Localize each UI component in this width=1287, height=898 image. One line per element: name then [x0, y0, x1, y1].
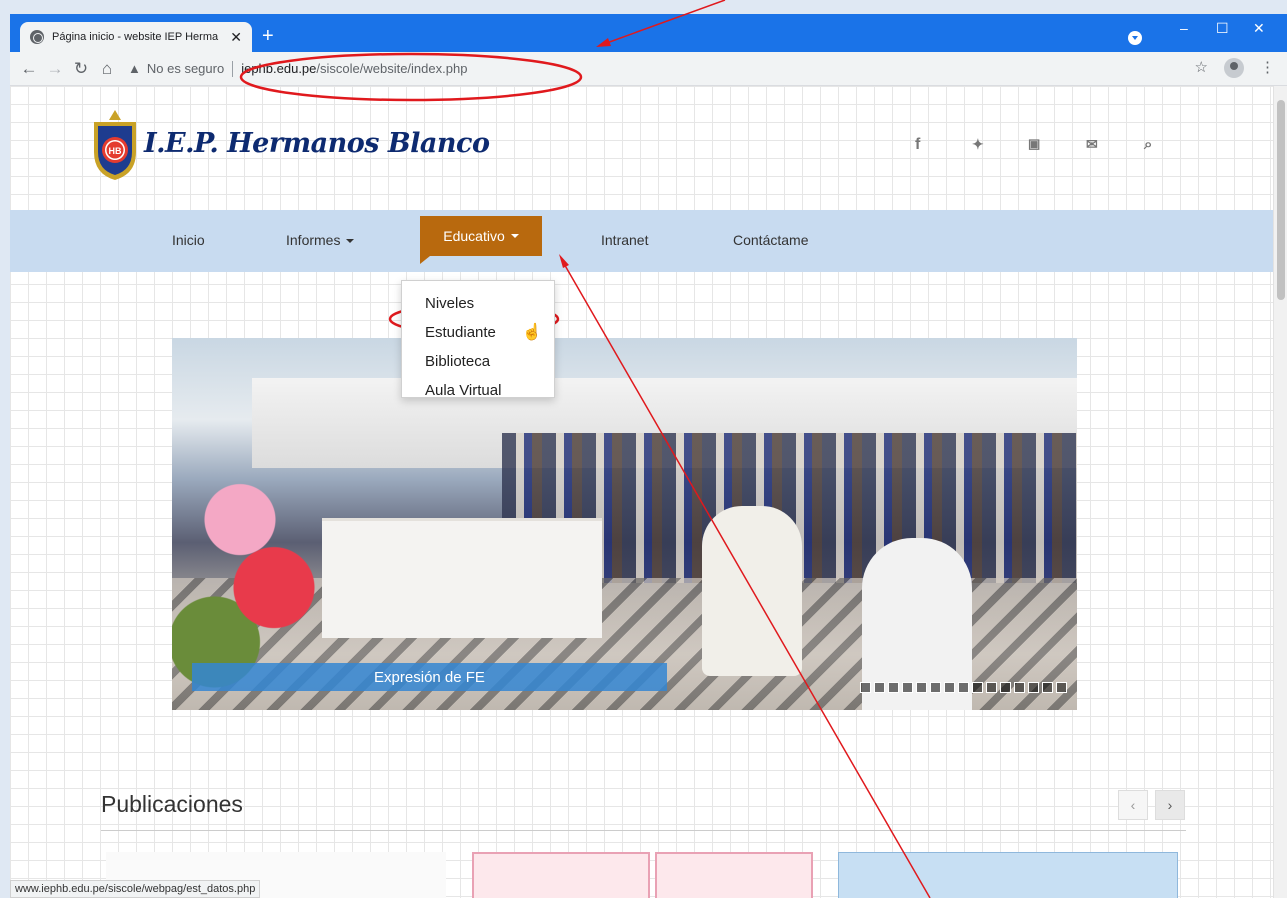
- warning-icon: ▲: [128, 61, 141, 76]
- nav-inicio[interactable]: Inicio: [172, 232, 205, 248]
- divider: [232, 60, 234, 77]
- main-navigation: Inicio Informes Educativo Intranet Contá…: [10, 210, 1273, 272]
- slider-dot[interactable]: [958, 682, 969, 693]
- slide-photo-priest: [702, 506, 802, 676]
- nav-intranet[interactable]: Intranet: [601, 232, 648, 248]
- logo-letters: HB: [109, 146, 122, 156]
- site-brand[interactable]: I.E.P. Hermanos Blanco: [144, 128, 490, 159]
- menu-dots-icon[interactable]: ⋮: [1260, 58, 1275, 78]
- hand-cursor-icon: ☝: [522, 324, 542, 341]
- slide-caption: Expresión de FE: [192, 663, 667, 691]
- prev-arrow-button[interactable]: ‹: [1118, 790, 1148, 820]
- publication-card[interactable]: [838, 852, 1178, 898]
- tab-search-icon[interactable]: [1128, 31, 1142, 45]
- slider-dots: [860, 682, 1067, 693]
- nav-contactame[interactable]: Contáctame: [733, 232, 808, 248]
- facebook-icon[interactable]: f: [915, 136, 920, 154]
- youtube-icon[interactable]: ▣: [1028, 136, 1040, 152]
- url-domain: iephb.edu.pe: [241, 61, 317, 76]
- divider: [101, 830, 1186, 831]
- school-crest-logo[interactable]: HB: [90, 108, 140, 182]
- menu-item-aula-virtual[interactable]: Aula Virtual: [402, 376, 554, 405]
- slider-dot[interactable]: [986, 682, 997, 693]
- nav-educativo[interactable]: Educativo: [420, 216, 542, 264]
- slider-dot[interactable]: [1028, 682, 1039, 693]
- publication-card[interactable]: [655, 852, 813, 898]
- tab-title: Página inicio - website IEP Herma: [52, 31, 219, 43]
- maximize-icon[interactable]: ☐: [1216, 20, 1229, 37]
- slider-dot[interactable]: [944, 682, 955, 693]
- scrollbar-thumb[interactable]: [1277, 100, 1285, 300]
- slider-dot[interactable]: [1014, 682, 1025, 693]
- site-header: HB I.E.P. Hermanos Blanco f ✦ ▣ ✉ ⌕: [10, 86, 1273, 210]
- browser-window: Página inicio - website IEP Herma ✕ + – …: [10, 14, 1287, 898]
- slider-dot[interactable]: [930, 682, 941, 693]
- image-slider[interactable]: Expresión de FE: [172, 338, 1077, 710]
- slider-dot[interactable]: [916, 682, 927, 693]
- toolbar-right: ☆ ⋮: [1195, 58, 1275, 78]
- not-secure-label: No es seguro: [146, 61, 225, 76]
- nav-educativo-label: Educativo: [443, 228, 505, 244]
- menu-item-biblioteca[interactable]: Biblioteca: [402, 347, 554, 376]
- address-bar: ← → ↻ ⌂ ▲ No es seguro iephb.edu.pe/sisc…: [10, 52, 1287, 86]
- slide-photo-altar: [322, 518, 602, 638]
- twitter-icon[interactable]: ✦: [972, 136, 984, 153]
- star-icon[interactable]: ☆: [1195, 58, 1208, 78]
- chevron-down-icon: [346, 239, 355, 244]
- globe-icon: [30, 30, 44, 44]
- reload-icon[interactable]: ↻: [70, 59, 92, 79]
- scrollbar[interactable]: [1273, 86, 1287, 898]
- slider-dot[interactable]: [1042, 682, 1053, 693]
- web-page: HB I.E.P. Hermanos Blanco f ✦ ▣ ✉ ⌕ Inic…: [10, 86, 1273, 898]
- url-path: /siscole/website/index.php: [316, 61, 468, 76]
- publicaciones-heading: Publicaciones: [101, 791, 243, 817]
- search-icon[interactable]: ⌕: [1144, 136, 1152, 153]
- status-bar-url: www.iephb.edu.pe/siscole/webpag/est_dato…: [10, 880, 261, 898]
- profile-icon[interactable]: [1224, 58, 1244, 78]
- url-field[interactable]: ▲ No es seguro iephb.edu.pe/siscole/webs…: [128, 56, 467, 82]
- minimize-icon[interactable]: –: [1180, 20, 1188, 36]
- menu-item-niveles[interactable]: Niveles: [402, 289, 554, 318]
- menu-item-estudiante[interactable]: Estudiante ☝: [402, 318, 554, 347]
- slider-dot[interactable]: [874, 682, 885, 693]
- nav-informes-label: Informes: [286, 232, 341, 248]
- back-arrow-icon[interactable]: ←: [18, 59, 40, 79]
- educativo-dropdown-menu: Niveles Estudiante ☝ Biblioteca Aula Virt…: [401, 280, 555, 399]
- slider-dot[interactable]: [902, 682, 913, 693]
- slider-dot[interactable]: [860, 682, 871, 693]
- title-bar: Página inicio - website IEP Herma ✕ + – …: [10, 14, 1287, 52]
- chevron-down-icon: [510, 234, 519, 238]
- slider-dot[interactable]: [1056, 682, 1067, 693]
- slider-dot[interactable]: [1000, 682, 1011, 693]
- close-window-icon[interactable]: ✕: [1253, 20, 1265, 37]
- close-icon[interactable]: ✕: [230, 29, 242, 46]
- mail-icon[interactable]: ✉: [1086, 136, 1098, 153]
- next-arrow-button[interactable]: ›: [1155, 790, 1185, 820]
- publication-card[interactable]: [472, 852, 650, 898]
- new-tab-button[interactable]: +: [262, 26, 274, 46]
- browser-tab[interactable]: Página inicio - website IEP Herma ✕: [20, 22, 252, 52]
- menu-item-estudiante-label: Estudiante: [425, 324, 496, 341]
- slider-dot[interactable]: [888, 682, 899, 693]
- forward-arrow-icon[interactable]: →: [44, 59, 66, 79]
- nav-informes[interactable]: Informes: [286, 232, 355, 248]
- home-icon[interactable]: ⌂: [96, 59, 118, 79]
- slider-dot[interactable]: [972, 682, 983, 693]
